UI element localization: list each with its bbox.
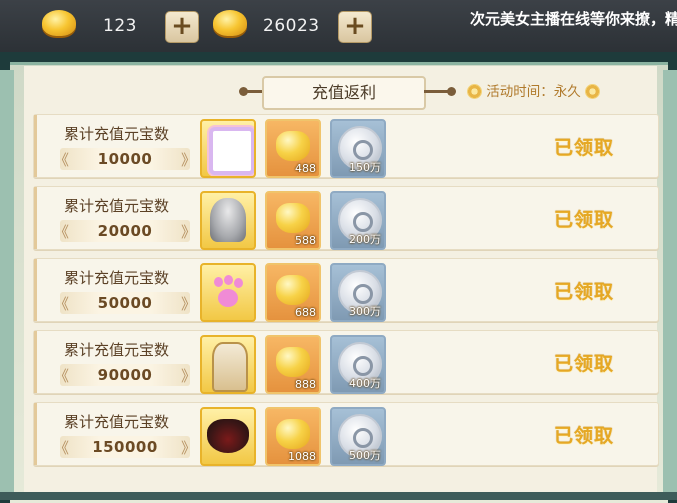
gold-ingot-icon [276,419,310,449]
reward-row: 累计充值元宝数 10000 488 150万 已领取 [33,114,659,178]
recharge-amount: 10000 [97,150,153,168]
item-quantity: 500万 [349,449,381,462]
claimed-status: 已领取 [554,281,615,303]
reward-item-silver-coin[interactable]: 150万 [330,119,386,178]
reward-row: 累计充值元宝数 20000 588 200万 已领取 [33,186,659,250]
reward-item-costume[interactable] [200,335,256,394]
item-quantity: 1088 [288,450,316,463]
gold-ingot-icon [276,203,310,233]
item-quantity: 400万 [349,377,381,390]
add-coin-button[interactable]: + [338,11,372,43]
recharge-amount: 20000 [97,222,153,240]
row-label: 累计充值元宝数 [64,269,170,287]
amount-box: 20000 [54,220,196,242]
gold-ingot-icon [276,131,310,161]
amount-box: 90000 [54,364,196,386]
gold-ingot-count: 123 [103,16,137,36]
reward-row: 累计充值元宝数 50000 688 300万 已领取 [33,258,659,322]
currency-bar: 123 + 26023 + 次元美女主播在线等你来撩，精 [0,0,677,52]
paw-icon [212,275,244,309]
recharge-amount: 150000 [92,438,158,456]
reward-item-silver-coin[interactable]: 200万 [330,191,386,250]
flower-icon [467,84,482,99]
reward-item-paw-effect[interactable] [200,263,256,322]
reward-row: 累计充值元宝数 90000 888 400万 已领取 [33,330,659,394]
panel-title: 充值返利 [262,76,426,110]
hair-avatar-icon [210,198,246,242]
reward-item-silver-coin[interactable]: 300万 [330,263,386,322]
dark-wings-icon [207,419,249,453]
panel-left-border [0,70,14,500]
recharge-amount: 50000 [97,294,153,312]
reward-item-dark-wings[interactable] [200,407,256,466]
announcement-marquee: 次元美女主播在线等你来撩，精 [470,10,677,28]
claimed-status: 已领取 [554,137,615,159]
item-quantity: 200万 [349,233,381,246]
amount-box: 10000 [54,148,196,170]
panel-right-border [663,70,677,500]
claimed-status: 已领取 [554,209,615,231]
reward-item-hair-avatar[interactable] [200,191,256,250]
item-quantity: 588 [295,234,316,247]
item-quantity: 888 [295,378,316,391]
gold-ingot-icon [42,10,76,36]
row-label: 累计充值元宝数 [64,413,170,431]
recharge-amount: 90000 [97,366,153,384]
item-quantity: 150万 [349,161,381,174]
event-time: 活动时间：永久 [467,80,601,100]
gold-ingot-icon [276,275,310,305]
item-quantity: 488 [295,162,316,175]
reward-item-gold-ingot[interactable]: 688 [265,263,321,322]
claimed-status: 已领取 [554,353,615,375]
row-label: 累计充值元宝数 [64,197,170,215]
amount-box: 150000 [54,436,196,458]
claimed-status: 已领取 [554,425,615,447]
title-scroll-rod-right [424,87,456,96]
gold-ingot-icon [276,347,310,377]
event-time-text: 活动时间：永久 [486,84,581,100]
amount-box: 50000 [54,292,196,314]
row-label: 累计充值元宝数 [64,125,170,143]
coin-count: 26023 [263,16,320,36]
item-quantity: 688 [295,306,316,319]
row-label: 累计充值元宝数 [64,341,170,359]
reward-item-avatar-frame[interactable] [200,119,256,178]
reward-item-silver-coin[interactable]: 500万 [330,407,386,466]
add-gold-ingot-button[interactable]: + [165,11,199,43]
reward-item-gold-ingot[interactable]: 588 [265,191,321,250]
avatar-frame-icon [209,127,254,175]
panel-bottom-edge [0,492,677,500]
coin-icon [213,10,247,36]
costume-icon [212,342,248,392]
flower-icon [585,84,601,99]
item-quantity: 300万 [349,305,381,318]
reward-item-silver-coin[interactable]: 400万 [330,335,386,394]
reward-item-gold-ingot[interactable]: 888 [265,335,321,394]
reward-row: 累计充值元宝数 150000 1088 500万 已领取 [33,402,659,466]
reward-item-gold-ingot[interactable]: 1088 [265,407,321,466]
reward-item-gold-ingot[interactable]: 488 [265,119,321,178]
